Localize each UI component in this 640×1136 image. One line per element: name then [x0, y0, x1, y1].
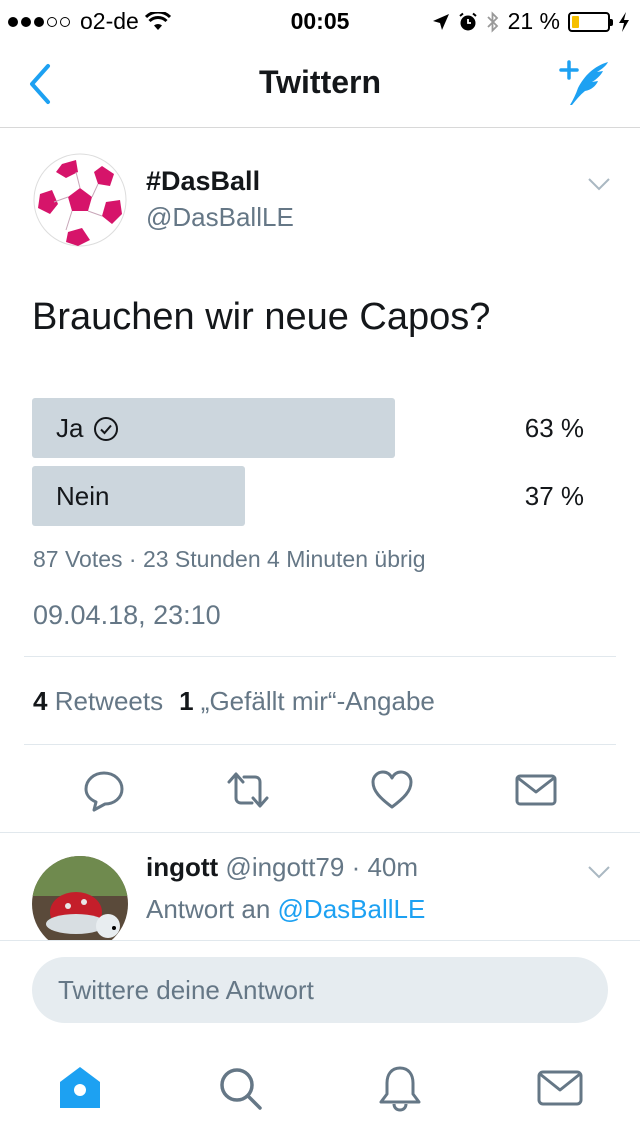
divider	[24, 744, 616, 745]
reply-prefix: Antwort an	[146, 894, 271, 924]
reply-composer	[0, 940, 640, 1040]
author-name[interactable]: #DasBall	[146, 166, 260, 197]
navigation-bar: Twittern	[0, 40, 640, 128]
check-circle-icon	[94, 416, 119, 441]
status-bar: o2-de 00:05 21 %	[0, 0, 640, 40]
poll-meta: 87 Votes · 23 Stunden 4 Minuten übrig	[33, 546, 426, 572]
chevron-down-icon[interactable]	[586, 858, 612, 884]
author-avatar[interactable]	[32, 152, 128, 248]
tweet-text: Brauchen wir neue Capos?	[32, 296, 491, 338]
home-icon[interactable]	[56, 1064, 104, 1112]
reply-mention-link[interactable]: @DasBallLE	[278, 894, 426, 924]
notifications-bell-icon[interactable]	[376, 1064, 424, 1112]
location-arrow-icon	[432, 13, 449, 30]
reply-author-avatar[interactable]	[32, 856, 128, 952]
reply-context: Antwort an @DasBallLE	[146, 894, 425, 925]
retweet-icon[interactable]	[226, 768, 270, 812]
likes-stat[interactable]: 1 „Gefällt mir“-Angabe	[179, 686, 435, 717]
tweet-timestamp: 09.04.18, 23:10	[33, 600, 221, 630]
reply-icon[interactable]	[82, 768, 126, 812]
like-heart-icon[interactable]	[370, 768, 414, 812]
poll-option-percent: 63 %	[524, 413, 584, 443]
messages-icon[interactable]	[536, 1064, 584, 1112]
poll-option-label: Nein	[56, 481, 110, 511]
poll-option: Nein 37 %	[32, 466, 608, 526]
alarm-icon	[458, 12, 477, 30]
search-icon[interactable]	[216, 1064, 264, 1112]
retweets-stat[interactable]: 4 Retweets	[33, 686, 163, 717]
charging-bolt-icon	[619, 11, 629, 32]
retweets-label: Retweets	[54, 686, 164, 716]
compose-tweet-icon[interactable]	[558, 58, 612, 108]
poll-option: Ja 63 %	[32, 398, 608, 458]
reply-input[interactable]	[32, 957, 608, 1023]
author-handle[interactable]: @DasBallLE	[146, 202, 294, 233]
poll-option-percent: 37 %	[524, 481, 584, 511]
bluetooth-icon	[486, 10, 498, 33]
likes-count: 1	[179, 686, 194, 716]
direct-message-icon[interactable]	[514, 768, 558, 812]
soccer-ball-icon	[33, 153, 127, 247]
turtle-plush-avatar-icon	[32, 856, 128, 952]
retweets-count: 4	[33, 686, 48, 716]
reply-handle-time: @ingott79 · 40m	[225, 852, 419, 882]
battery-icon	[568, 11, 613, 32]
tab-bar	[0, 1040, 640, 1136]
reply-author-name[interactable]: ingott	[146, 852, 218, 882]
reply-header: ingott @ingott79 · 40m	[146, 852, 418, 883]
divider	[0, 832, 640, 833]
likes-label: „Gefällt mir“-Angabe	[200, 686, 435, 716]
divider	[24, 656, 616, 657]
tweet-stats: 4 Retweets 1 „Gefällt mir“-Angabe	[33, 686, 435, 717]
poll-option-label: Ja	[56, 413, 84, 443]
page-title: Twittern	[258, 64, 382, 100]
battery-percent: 21 %	[507, 8, 560, 34]
tweet-actions	[0, 760, 640, 820]
chevron-down-icon[interactable]	[586, 170, 612, 196]
